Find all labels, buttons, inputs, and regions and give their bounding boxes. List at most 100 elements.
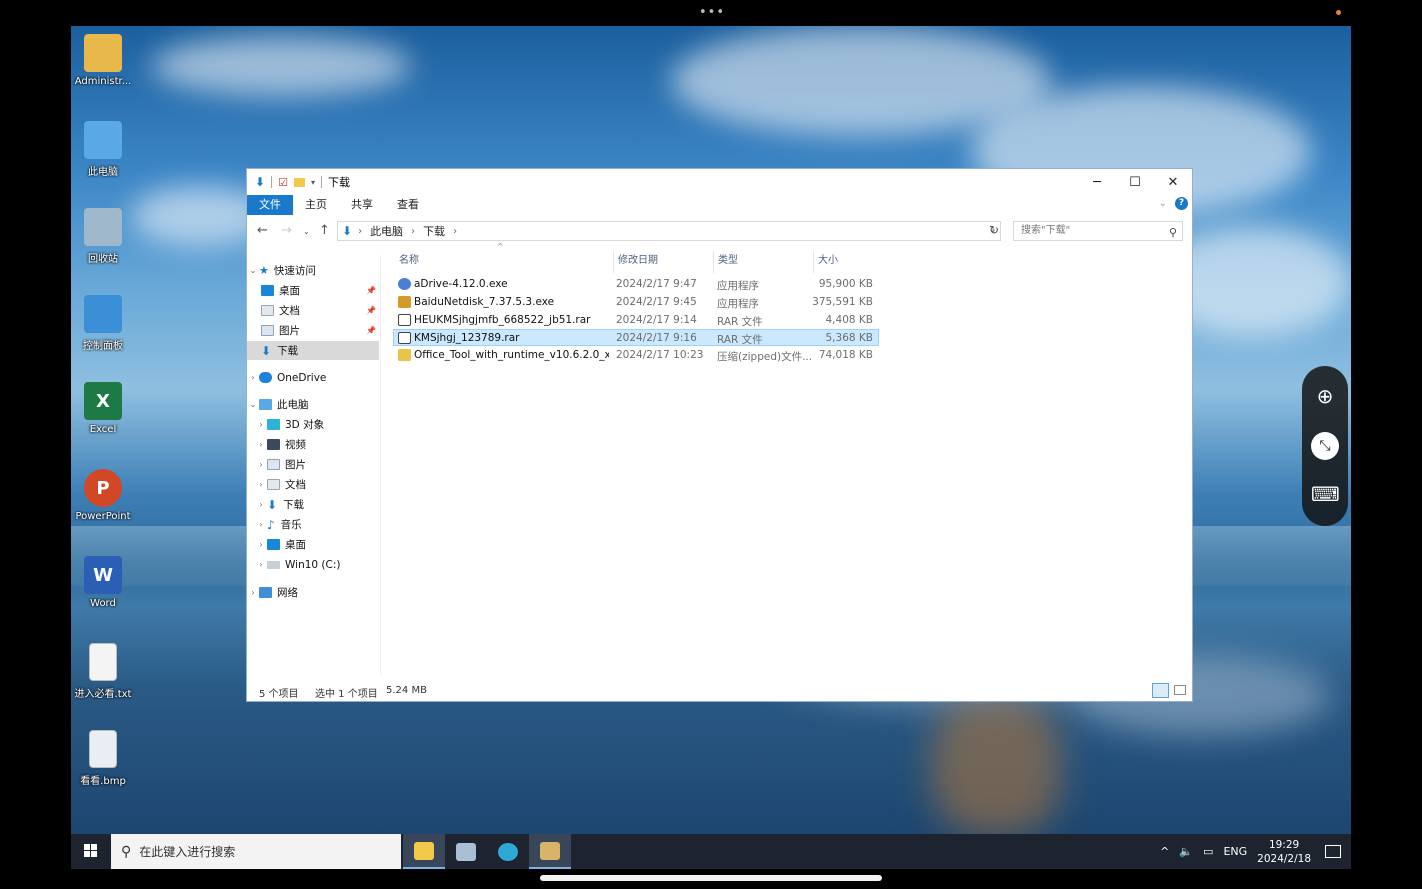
table-row[interactable]: aDrive-4.12.0.exe 2024/2/17 9:47 应用程序 95…: [393, 276, 879, 293]
pin-icon[interactable]: 📌: [366, 286, 376, 295]
details-view-icon[interactable]: [1152, 683, 1169, 698]
pin-icon[interactable]: 📌: [366, 306, 376, 315]
maximize-button[interactable]: ☐: [1116, 169, 1154, 195]
table-row[interactable]: BaiduNetdisk_7.37.5.3.exe 2024/2/17 9:45…: [393, 294, 879, 311]
breadcrumb-downloads[interactable]: 下载: [423, 223, 445, 239]
nav-item-downloads[interactable]: ⬇ 下载: [247, 341, 379, 360]
start-button[interactable]: [77, 840, 103, 862]
chevron-down-icon[interactable]: ⌄: [247, 400, 259, 409]
zip-folder-icon: [398, 349, 411, 361]
notification-center-icon[interactable]: [1325, 845, 1341, 858]
nav-item-downloads-pc[interactable]: › ⬇ 下载: [247, 495, 379, 514]
table-row[interactable]: KMSjhgj_123789.rar 2024/2/17 9:16 RAR 文件…: [393, 329, 879, 346]
more-options-icon[interactable]: •••: [699, 6, 725, 19]
chevron-right-icon[interactable]: ›: [247, 588, 259, 597]
help-icon[interactable]: ?: [1175, 197, 1188, 210]
refresh-button[interactable]: ↻: [989, 223, 999, 237]
recent-locations-button[interactable]: ⌄: [303, 227, 310, 236]
tab-view[interactable]: 查看: [385, 195, 431, 215]
zoom-in-icon[interactable]: ⊕: [1311, 382, 1339, 410]
desktop-icon-recycle-bin[interactable]: 回收站: [71, 208, 135, 265]
navigation-row: ← → ⌄ ↑ ⬇ › 此电脑 › 下载 › ⌄ ↻ 搜索"下载" ⚲: [247, 219, 1192, 245]
desktop-icon-bmp-file[interactable]: 看看.bmp: [71, 730, 135, 787]
column-header-date[interactable]: 修改日期: [615, 251, 714, 273]
clock[interactable]: 19:29 2024/2/18: [1257, 838, 1311, 866]
file-type: RAR 文件: [717, 316, 763, 328]
nav-item-3d-objects[interactable]: › 3D 对象: [247, 415, 379, 434]
search-icon: ⚲: [121, 843, 132, 860]
taskbar-this-pc[interactable]: [445, 834, 487, 869]
taskbar-search-input[interactable]: ⚲ 在此键入进行搜索: [111, 834, 401, 869]
taskbar-file-explorer[interactable]: [403, 834, 445, 869]
network-icon[interactable]: ▭: [1203, 845, 1213, 858]
table-row[interactable]: HEUKMSjhgjmfb_668522_jb51.rar 2024/2/17 …: [393, 312, 879, 329]
desktop-icon-control-panel[interactable]: 控制面板: [71, 295, 135, 352]
chevron-right-icon[interactable]: ›: [255, 540, 267, 549]
nav-this-pc[interactable]: ⌄ 此电脑: [247, 395, 379, 414]
keyboard-icon[interactable]: ⌨: [1311, 480, 1340, 508]
nav-item-music[interactable]: › ♪ 音乐: [247, 515, 379, 534]
tab-file[interactable]: 文件: [247, 195, 293, 215]
nav-item-pictures[interactable]: 图片 📌: [247, 321, 379, 340]
nav-item-drive-c[interactable]: › Win10 (C:): [247, 555, 379, 574]
taskbar-search-placeholder: 在此键入进行搜索: [139, 845, 236, 859]
nav-item-documents-pc[interactable]: › 文档: [247, 475, 379, 494]
chevron-right-icon[interactable]: ›: [247, 373, 259, 382]
taskbar-installer-app[interactable]: [529, 834, 571, 869]
customize-toolbar-icon[interactable]: ▾: [311, 178, 315, 187]
tab-share[interactable]: 共享: [339, 195, 385, 215]
search-icon[interactable]: ⚲: [1169, 224, 1177, 242]
desktop-icon-administrator[interactable]: Administr...: [71, 34, 135, 87]
chevron-right-icon[interactable]: ›: [255, 440, 267, 449]
column-header-size[interactable]: 大小: [815, 251, 879, 273]
home-indicator[interactable]: [540, 875, 882, 881]
column-header-type[interactable]: 类型: [715, 251, 814, 273]
installer-icon: [540, 841, 560, 860]
back-button[interactable]: ←: [257, 223, 268, 238]
desktop-icon-excel[interactable]: X Excel: [71, 382, 135, 435]
nav-item-documents[interactable]: 文档 📌: [247, 301, 379, 320]
file-date: 2024/2/17 9:14: [616, 314, 697, 326]
chevron-up-icon[interactable]: ^: [1160, 845, 1169, 858]
desktop-icon-this-pc[interactable]: 此电脑: [71, 121, 135, 178]
close-button[interactable]: ✕: [1154, 169, 1192, 195]
chevron-right-icon[interactable]: ›: [255, 560, 267, 569]
column-header-name[interactable]: 名称: [396, 251, 614, 273]
properties-icon[interactable]: ☑: [278, 176, 288, 189]
recycle-bin-icon: [84, 208, 122, 246]
desktop-icon-txt-file[interactable]: 进入必看.txt: [71, 643, 135, 700]
input-language[interactable]: ENG: [1223, 845, 1247, 858]
chevron-right-icon[interactable]: ›: [255, 500, 267, 509]
address-bar[interactable]: ⬇ › 此电脑 › 下载 › ⌄: [337, 221, 1001, 241]
speaker-icon[interactable]: 🔈: [1179, 845, 1193, 858]
desktop-icon-word[interactable]: W Word: [71, 556, 135, 609]
chevron-down-icon[interactable]: ⌄: [247, 266, 259, 275]
tab-home[interactable]: 主页: [293, 195, 339, 215]
search-placeholder: 搜索"下载": [1021, 225, 1071, 236]
minimize-button[interactable]: ─: [1078, 169, 1116, 195]
nav-item-desktop[interactable]: 桌面 📌: [247, 281, 379, 300]
up-button[interactable]: ↑: [319, 223, 330, 238]
taskbar-edge[interactable]: [487, 834, 529, 869]
nav-item-pictures-pc[interactable]: › 图片: [247, 455, 379, 474]
table-row[interactable]: Office_Tool_with_runtime_v10.6.2.0_x6...…: [393, 347, 879, 364]
search-input[interactable]: 搜索"下载" ⚲: [1013, 221, 1183, 241]
nav-network[interactable]: › 网络: [247, 583, 379, 602]
chevron-right-icon[interactable]: ›: [255, 420, 267, 429]
chevron-right-icon[interactable]: ›: [255, 480, 267, 489]
large-icons-view-icon[interactable]: [1174, 685, 1186, 695]
chevron-right-icon[interactable]: ›: [255, 520, 267, 529]
remote-cursor-icon[interactable]: ⤡: [1311, 432, 1339, 460]
nav-quick-access[interactable]: ⌄ ★ 快速访问: [247, 261, 379, 280]
chevron-right-icon[interactable]: ›: [255, 460, 267, 469]
expand-ribbon-icon[interactable]: ⌄: [1159, 198, 1167, 209]
forward-button[interactable]: →: [281, 223, 292, 238]
title-bar[interactable]: ⬇ ☑ ▾ 下载 ─ ☐ ✕: [247, 169, 1192, 195]
nav-onedrive[interactable]: › OneDrive: [247, 368, 379, 387]
new-folder-icon[interactable]: [293, 177, 305, 187]
desktop-icon-powerpoint[interactable]: P PowerPoint: [71, 469, 135, 522]
pin-icon[interactable]: 📌: [366, 326, 376, 335]
breadcrumb-this-pc[interactable]: 此电脑: [370, 223, 403, 239]
nav-item-desktop-pc[interactable]: › 桌面: [247, 535, 379, 554]
nav-item-videos[interactable]: › 视频: [247, 435, 379, 454]
